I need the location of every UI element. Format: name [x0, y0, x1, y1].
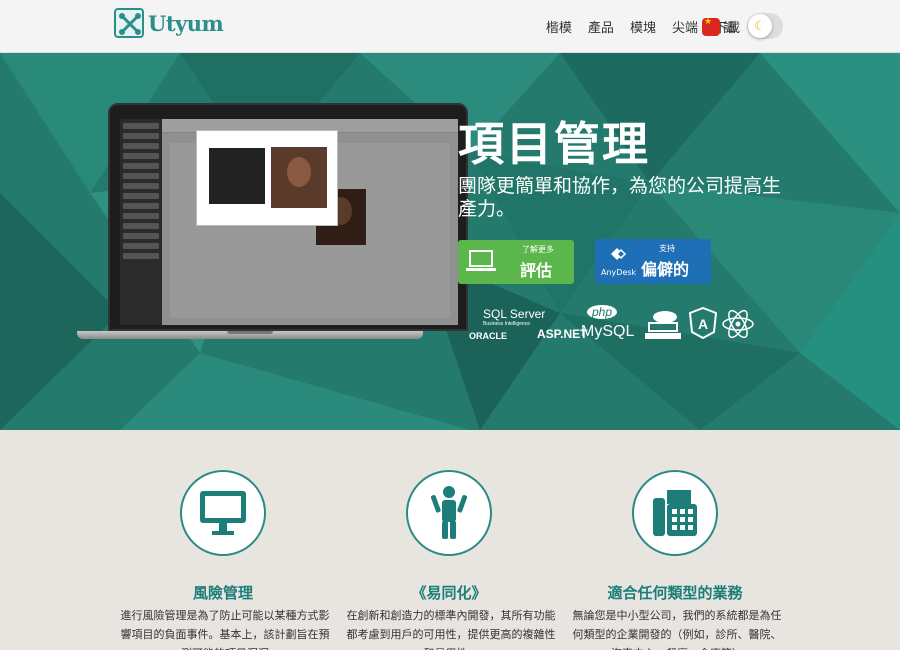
feature-title-risk: 風險管理: [192, 584, 253, 602]
feature-icon-circle-2: [406, 470, 492, 556]
site-header: Utyum 楷模 產品 模塊 尖端 下載 接觸 語 ☾: [0, 0, 900, 53]
nav-item-models[interactable]: 楷模: [546, 17, 572, 36]
brand-name: Utyum: [148, 10, 224, 36]
php-logo: php: [587, 305, 618, 319]
person-icon: [431, 486, 467, 539]
laptop-notch: [227, 331, 273, 334]
moon-icon: ☾: [748, 14, 772, 38]
laptop-screen: [108, 103, 468, 331]
oracle-logo: ORACLE: [469, 331, 507, 341]
nav-item-tips[interactable]: 尖端: [672, 17, 698, 36]
main-nav: 楷模 產品 模塊 尖端 下載 接觸: [530, 0, 782, 53]
feature-text-business: 無論您是中小型公司，我們的系統都是為任何類型的企業開發的（例如，診所、醫院、汽車…: [572, 609, 782, 650]
feature-text-assimilation: 在創新和創造力的標準內開發，其所有功能都考慮到用戶的可用性，提供更高的複雜性和易…: [346, 609, 556, 650]
theme-toggle[interactable]: ☾: [747, 13, 783, 39]
mysql-logo: MySQL: [581, 323, 635, 340]
captured-photo: [271, 147, 327, 208]
nav-item-products[interactable]: 產品: [588, 17, 614, 36]
sql-server-logo: SQL Server: [483, 307, 546, 321]
app-sidebar: [120, 119, 162, 325]
feature-text-risk: 進行風險管理是為了防止可能以某種方式影響項目的負面事件。基本上，該計劃旨在預測可…: [120, 609, 330, 650]
angular-icon: A: [689, 307, 717, 339]
remote-support-button[interactable]: AnyDesk 支持 偏僻的: [595, 239, 711, 284]
feature-icon-circle-1: [180, 470, 266, 556]
feature-title-assimilation: 《易同化》: [411, 584, 487, 602]
hosting-icon: [645, 311, 681, 339]
feature-title-business: 適合任何類型的業務: [607, 584, 743, 602]
react-icon: [722, 309, 754, 339]
language-label: 語: [723, 21, 737, 36]
hero-section: 項目管理 團隊更簡單和協作，為您的公司提高生產力。 了解更多 評估 AnyDes…: [0, 53, 900, 430]
support-big-label: 偏僻的: [641, 260, 690, 279]
fax-icon: [653, 490, 697, 536]
camera-preview: [209, 148, 265, 204]
hero-title: 項目管理: [458, 117, 650, 171]
brand-logo[interactable]: Utyum: [114, 6, 224, 40]
china-flag-icon: [702, 17, 720, 36]
anydesk-brand: AnyDesk: [601, 268, 637, 277]
logo-mark-icon: [114, 8, 144, 38]
hero-subtitle: 團隊更簡單和協作，為您的公司提高生產力。: [458, 175, 782, 220]
evaluate-button[interactable]: 了解更多 評估: [458, 240, 574, 284]
aspnet-logo: ASP.NET: [537, 327, 588, 341]
technology-logos: SQL Server Business Intelligence ORACLE …: [465, 305, 765, 345]
language-selector[interactable]: 語: [702, 17, 736, 36]
laptop-icon: [466, 250, 496, 271]
app-screenshot: [120, 119, 458, 325]
svg-text:A: A: [698, 316, 708, 332]
support-small-label: 支持: [659, 244, 675, 253]
sql-server-sub: Business Intelligence: [483, 321, 530, 327]
evaluate-big-label: 評估: [520, 261, 553, 280]
anydesk-icon: [611, 248, 627, 260]
monitor-icon: [200, 491, 246, 535]
photo-capture-modal: [196, 130, 338, 226]
evaluate-small-label: 了解更多: [522, 245, 554, 254]
nav-item-modules[interactable]: 模塊: [630, 17, 656, 36]
feature-icon-circle-3: [632, 470, 718, 556]
